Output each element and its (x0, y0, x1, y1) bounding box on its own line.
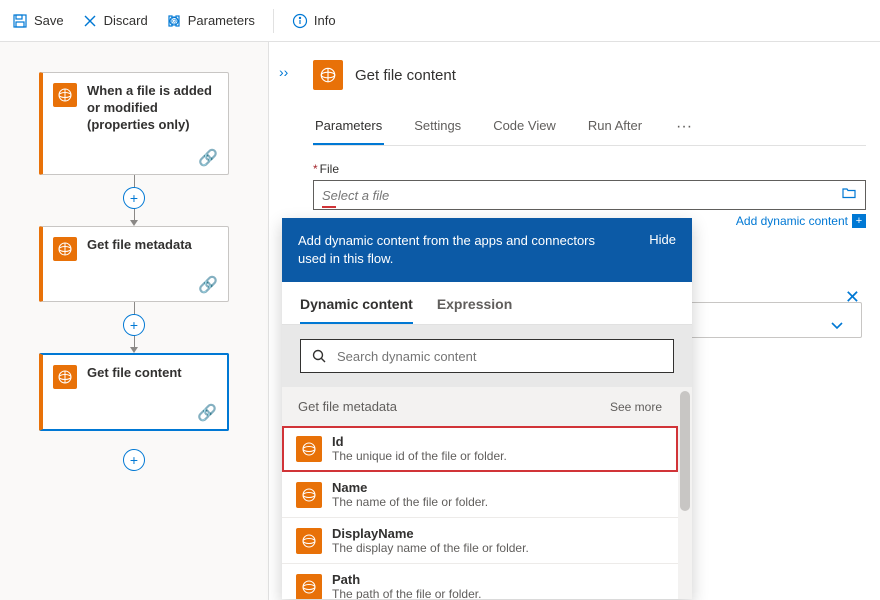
tab-settings[interactable]: Settings (412, 110, 463, 145)
info-button[interactable]: Info (292, 13, 336, 29)
toolbar-divider (273, 9, 274, 33)
collapse-panel-button[interactable]: ›› (279, 64, 288, 80)
sharepoint-icon (296, 574, 322, 599)
flow-card-trigger[interactable]: When a file is added or modified (proper… (39, 72, 229, 175)
flow-card-title: When a file is added or modified (proper… (87, 83, 218, 134)
sharepoint-icon (53, 365, 77, 389)
popup-banner: Add dynamic content from the apps and co… (282, 218, 692, 282)
file-input-wrap (313, 180, 866, 210)
plus-icon: + (852, 214, 866, 228)
dynamic-item-displayname[interactable]: DisplayName The display name of the file… (282, 518, 678, 564)
flow-card-title: Get file metadata (87, 237, 192, 254)
svg-text:@: @ (170, 18, 177, 25)
dynamic-item-path[interactable]: Path The path of the file or folder. (282, 564, 678, 599)
dynamic-content-popup: Add dynamic content from the apps and co… (282, 218, 692, 599)
toolbar: Save Discard @ Parameters Info (0, 0, 880, 42)
link-icon: 🔗 (198, 148, 218, 168)
discard-icon (82, 13, 98, 29)
sharepoint-icon (296, 482, 322, 508)
tab-dynamic-content[interactable]: Dynamic content (300, 292, 413, 324)
folder-picker-icon[interactable] (841, 185, 857, 206)
flow-canvas: When a file is added or modified (proper… (0, 42, 268, 600)
flow-card-title: Get file content (87, 365, 182, 382)
hide-popup-button[interactable]: Hide (649, 232, 676, 247)
link-icon: 🔗 (197, 403, 217, 423)
tab-runafter[interactable]: Run After (586, 110, 644, 145)
parameters-icon: @ (166, 13, 182, 29)
sharepoint-icon (296, 528, 322, 554)
see-more-link[interactable]: See more (610, 400, 662, 414)
section-header: Get file metadata See more (282, 387, 678, 426)
info-label: Info (314, 13, 336, 28)
flow-connector: + (123, 175, 145, 226)
link-icon: 🔗 (198, 275, 218, 295)
search-icon (311, 348, 327, 364)
sharepoint-icon (296, 436, 322, 462)
flow-card-content[interactable]: Get file content 🔗 (39, 353, 229, 431)
info-icon (292, 13, 308, 29)
dynamic-item-id[interactable]: Id The unique id of the file or folder. (282, 426, 678, 472)
tab-more-button[interactable]: ··· (672, 110, 696, 145)
tab-parameters[interactable]: Parameters (313, 110, 384, 145)
dynamic-item-name[interactable]: Name The name of the file or folder. (282, 472, 678, 518)
tab-codeview[interactable]: Code View (491, 110, 558, 145)
panel-title: Get file content (355, 67, 456, 84)
parameters-label: Parameters (188, 13, 255, 28)
popup-tabs: Dynamic content Expression (282, 282, 692, 325)
search-wrap (300, 339, 674, 373)
panel-tabs: Parameters Settings Code View Run After … (313, 110, 866, 146)
discard-button[interactable]: Discard (82, 13, 148, 29)
add-step-button[interactable]: + (123, 314, 145, 336)
file-field-label: *File (313, 162, 866, 176)
sharepoint-icon (313, 60, 343, 90)
tab-expression[interactable]: Expression (437, 292, 512, 324)
save-button[interactable]: Save (12, 13, 64, 29)
flow-connector: + (123, 302, 145, 353)
save-icon (12, 13, 28, 29)
add-step-end-button[interactable]: + (123, 449, 145, 471)
flow-card-metadata[interactable]: Get file metadata 🔗 (39, 226, 229, 302)
dynamic-content-list: Get file metadata See more Id The unique… (282, 387, 678, 599)
add-step-button[interactable]: + (123, 187, 145, 209)
search-input[interactable] (337, 349, 663, 364)
chevron-down-icon[interactable] (829, 317, 845, 338)
close-button[interactable]: ✕ (845, 287, 860, 308)
scrollbar[interactable] (678, 387, 692, 599)
scrollbar-thumb[interactable] (680, 391, 690, 511)
sharepoint-icon (53, 83, 77, 107)
discard-label: Discard (104, 13, 148, 28)
parameters-button[interactable]: @ Parameters (166, 13, 255, 29)
file-input[interactable] (322, 188, 841, 203)
sharepoint-icon (53, 237, 77, 261)
save-label: Save (34, 13, 64, 28)
